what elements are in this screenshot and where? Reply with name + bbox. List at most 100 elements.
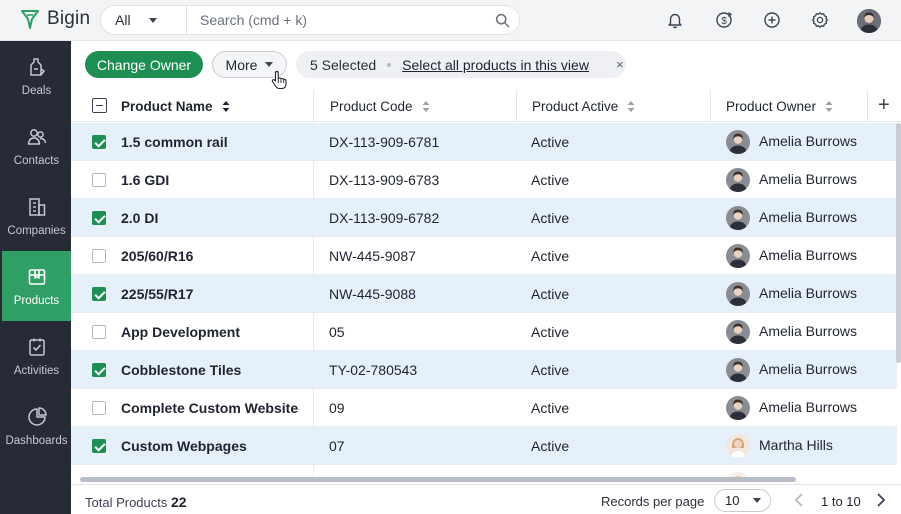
search-input[interactable] [187,12,485,28]
global-search: All [100,5,520,35]
cell-product-owner[interactable]: Amelia Burrows [759,388,857,426]
sort-icon [422,100,430,112]
column-divider[interactable] [867,90,868,122]
minus-icon [95,104,103,107]
row-checkbox[interactable] [92,211,106,225]
owner-avatar [726,244,750,268]
chevron-left-icon[interactable] [793,492,805,508]
sidebar-item-label: Dashboards [5,434,68,447]
row-checkbox[interactable] [92,287,106,301]
vertical-scrollbar[interactable] [896,123,901,363]
row-checkbox[interactable] [92,173,106,187]
column-divider [313,161,314,199]
column-label: Product Active [532,98,619,114]
sidebar-item-dashboards[interactable]: Dashboards [2,391,71,461]
cell-product-name[interactable]: 225/55/R17 [121,275,193,313]
table-row[interactable]: 2.0 DI DX-113-909-6782 Active Amelia Burrow… [71,199,897,237]
coin-swap-icon[interactable]: $ [714,10,734,30]
column-divider [313,313,314,351]
change-owner-button[interactable]: Change Owner [85,51,203,78]
row-checkbox[interactable] [92,135,106,149]
cell-product-name[interactable]: Custom Webpages [121,427,247,465]
owner-avatar [726,320,750,344]
app-logo[interactable]: Bigin [20,8,90,30]
cell-product-name[interactable]: 1.6 GDI [121,161,169,199]
close-icon[interactable]: × [616,57,624,72]
horizontal-scrollbar[interactable] [80,477,796,482]
cell-product-name[interactable]: 205/60/R16 [121,237,193,275]
sort-icon [222,100,230,112]
sidebar-item-deals[interactable]: Deals [2,41,71,111]
cell-product-owner[interactable]: Amelia Burrows [759,274,857,312]
table-row[interactable]: 1.6 GDI DX-113-909-6783 Active Amelia Burro… [71,161,897,199]
cell-product-code: 07 [329,438,345,454]
row-checkbox[interactable] [92,439,106,453]
dashboards-icon [27,406,47,426]
sidebar-item-contacts[interactable]: Contacts [2,111,71,181]
sidebar-item-products[interactable]: Products [2,251,71,321]
sidebar-item-activities[interactable]: Activities [2,321,71,391]
sidebar-item-companies[interactable]: Companies [2,181,71,251]
select-all-link[interactable]: Select all products in this view [402,57,589,73]
row-checkbox[interactable] [92,363,106,377]
column-label: Product Owner [726,98,817,114]
cell-product-owner[interactable]: Amelia Burrows [759,236,857,274]
cell-product-active: Active [531,438,570,454]
top-bar: Bigin All $ [0,0,901,41]
separator-dot [387,62,392,67]
row-checkbox[interactable] [92,325,106,339]
cell-product-owner[interactable]: Amelia Burrows [759,350,857,388]
gear-icon[interactable] [810,10,830,30]
cell-product-code: 09 [329,400,345,416]
chevron-down-icon [265,62,274,67]
table-row[interactable]: Cobblestone Tiles TY-02-780543 Active Ameli… [71,351,897,389]
cell-product-owner[interactable]: Martha Hills [759,426,833,464]
owner-avatar [726,358,750,382]
contacts-icon [27,128,46,145]
bell-icon[interactable] [665,10,685,30]
cell-product-code: TY-02-780543 [329,362,418,378]
column-divider[interactable] [710,90,711,122]
column-header-product-name[interactable]: Product Name [121,90,230,122]
cell-product-owner[interactable]: Amelia Burrows [759,312,857,350]
table-footer: Total Products 22 Records per page 10 1 … [71,484,901,514]
records-per-page-select[interactable]: 10 [714,489,771,512]
table-row[interactable]: 225/55/R17 NW-445-9088 Active Amelia Burrow… [71,275,897,313]
cell-product-name[interactable]: Complete Custom Website [121,389,298,427]
cell-product-name[interactable]: Cobblestone Tiles [121,351,241,389]
cell-product-owner[interactable]: Amelia Burrows [759,160,857,198]
cell-product-code: 05 [329,324,345,340]
search-icon[interactable] [485,13,519,28]
table-row[interactable]: 205/60/R16 NW-445-9087 Active Amelia Burrow… [71,237,897,275]
column-divider[interactable] [516,90,517,122]
table-row[interactable]: App Development 05 Active Amelia Burrows [71,313,897,351]
chevron-right-icon[interactable] [875,492,887,508]
table-row[interactable]: Custom Webpages 07 Active Martha Hills [71,427,897,465]
column-header-product-owner[interactable]: Product Owner [726,90,833,122]
cell-product-owner[interactable]: Amelia Burrows [759,198,857,236]
owner-avatar [726,130,750,154]
add-column-plus-icon[interactable]: + [878,95,890,115]
table-row[interactable]: 1.5 common rail DX-113-909-6781 Active Amel… [71,123,897,161]
row-checkbox[interactable] [92,249,106,263]
svg-text:$: $ [721,16,727,27]
row-checkbox[interactable] [92,401,106,415]
column-divider [313,199,314,237]
plus-circle-icon[interactable] [762,10,782,30]
column-header-product-code[interactable]: Product Code [330,90,430,122]
owner-avatar [726,168,750,192]
cell-product-name[interactable]: 2.0 DI [121,199,158,237]
table-row[interactable]: Complete Custom Website 09 Active Amelia Bu… [71,389,897,427]
column-divider[interactable] [313,90,314,122]
search-scope-dropdown[interactable]: All [101,6,187,34]
user-avatar[interactable] [857,9,881,33]
cell-product-code: NW-445-9087 [329,248,416,264]
cell-product-name[interactable]: 1.5 common rail [121,123,228,161]
column-header-product-active[interactable]: Product Active [532,90,635,122]
app-name: Bigin [47,8,91,29]
cell-product-owner[interactable]: Amelia Burrows [759,123,857,160]
select-all-checkbox[interactable] [92,98,107,113]
total-label: Total Products [85,495,168,510]
cell-product-name[interactable]: App Development [121,313,240,351]
cell-product-code: DX-113-909-6783 [329,172,440,188]
